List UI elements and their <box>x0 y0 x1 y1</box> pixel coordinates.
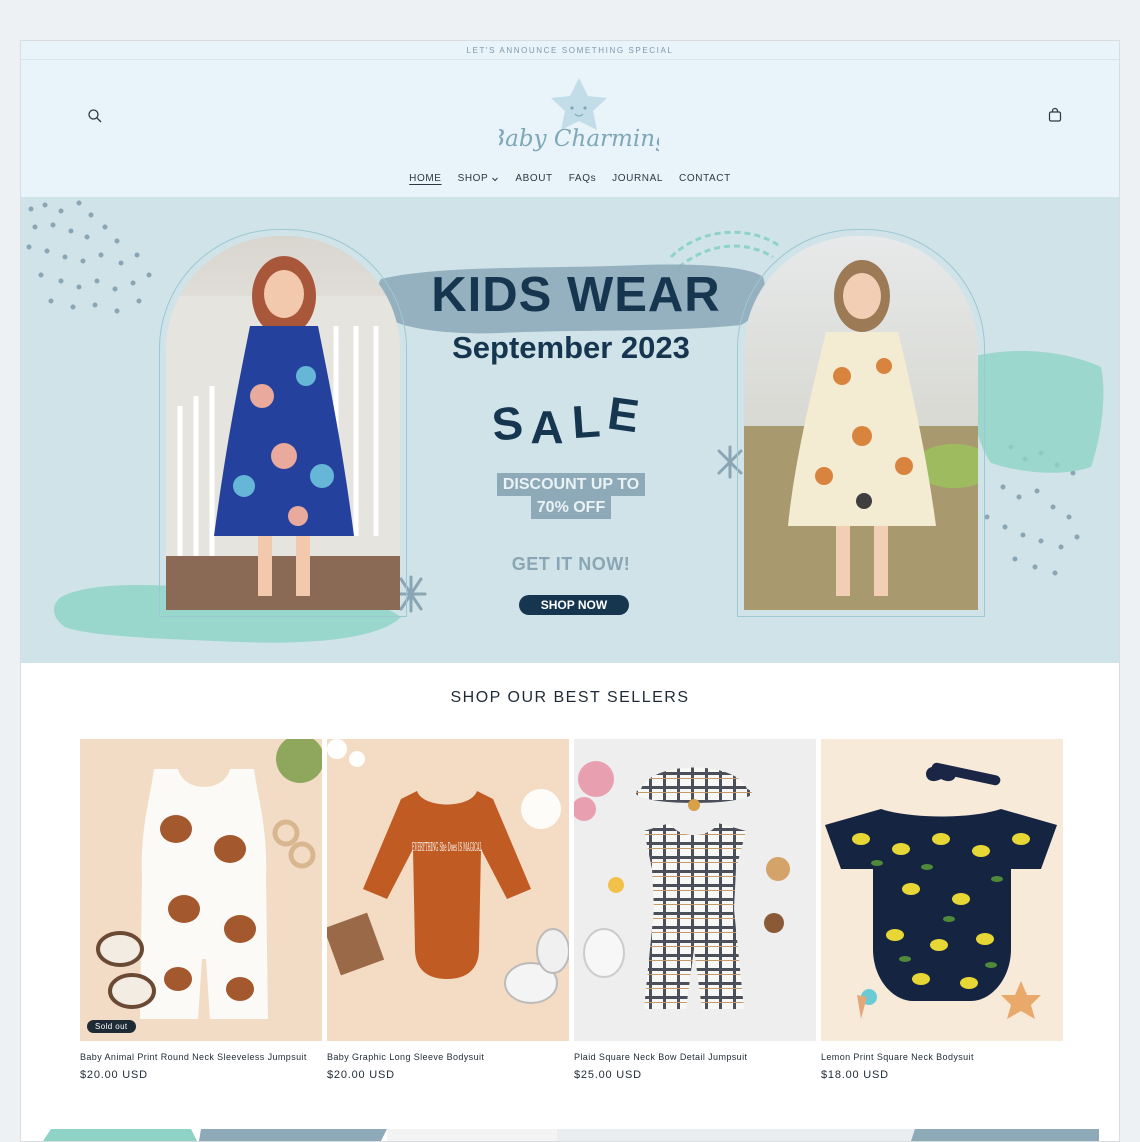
product-name[interactable]: Plaid Square Neck Bow Detail Jumpsuit <box>574 1052 816 1062</box>
product-image[interactable]: EVERYTHING She Does IS MAGICAL <box>327 739 569 1041</box>
product-card[interactable]: Sold out Baby Animal Print Round Neck Sl… <box>80 739 322 1081</box>
hero-photo-left <box>159 229 407 617</box>
page-frame: LET'S ANNOUNCE SOMETHING SPECIAL Baby Ch… <box>20 40 1120 1142</box>
brand-logo[interactable]: Baby Charming <box>487 74 670 166</box>
hero-title: KIDS WEAR <box>431 268 721 322</box>
bodysuit-print: EVERYTHING She Does IS MAGICAL <box>412 840 482 854</box>
chevron-down-icon <box>492 177 499 181</box>
product-image[interactable]: Sold out <box>80 739 322 1041</box>
announcement-bar: LET'S ANNOUNCE SOMETHING SPECIAL <box>21 41 1119 60</box>
sale-letter: S <box>489 395 533 451</box>
product-card[interactable]: EVERYTHING She Does IS MAGICAL Baby Grap… <box>327 739 569 1081</box>
discount-line-2: 70% OFF <box>530 496 612 519</box>
discount-label: DISCOUNT UP TO 70% OFF <box>496 473 646 519</box>
nav-faqs[interactable]: FAQs <box>569 173 596 184</box>
nav-home[interactable]: HOME <box>409 173 441 184</box>
cart-icon[interactable] <box>1047 107 1063 123</box>
nav-shop-label: SHOP <box>457 173 489 184</box>
product-name[interactable]: Baby Animal Print Round Neck Sleeveless … <box>80 1052 322 1062</box>
shop-now-button[interactable]: SHOP NOW <box>519 595 629 615</box>
search-icon[interactable] <box>87 108 103 124</box>
announcement-text: LET'S ANNOUNCE SOMETHING SPECIAL <box>466 45 674 55</box>
sale-letter: L <box>569 393 610 449</box>
product-price: $20.00 USD <box>327 1069 395 1081</box>
hero-date: September 2023 <box>452 330 690 365</box>
sold-out-badge: Sold out <box>87 1020 136 1033</box>
site-header: Baby Charming HOME SHOP ABOUT FAQs JOURN… <box>21 60 1119 197</box>
product-image[interactable] <box>821 739 1063 1041</box>
nav-contact[interactable]: CONTACT <box>679 173 731 184</box>
main-nav: HOME SHOP ABOUT FAQs JOURNAL CONTACT <box>21 173 1119 184</box>
product-image[interactable] <box>574 739 816 1041</box>
discount-line-1: DISCOUNT UP TO <box>496 473 646 496</box>
product-card[interactable]: Plaid Square Neck Bow Detail Jumpsuit $2… <box>574 739 816 1081</box>
best-sellers-title: SHOP OUR BEST SELLERS <box>450 689 690 706</box>
hero-sale: SALE <box>489 387 650 453</box>
product-grid: Sold out Baby Animal Print Round Neck Sl… <box>80 739 1063 1081</box>
product-name[interactable]: Lemon Print Square Neck Bodysuit <box>821 1052 1063 1062</box>
product-name[interactable]: Baby Graphic Long Sleeve Bodysuit <box>327 1052 569 1062</box>
product-card[interactable]: Lemon Print Square Neck Bodysuit $18.00 … <box>821 739 1063 1081</box>
nav-journal[interactable]: JOURNAL <box>612 173 663 184</box>
nav-shop[interactable]: SHOP <box>458 173 500 184</box>
brand-name: Baby Charming <box>499 126 659 152</box>
product-price: $20.00 USD <box>80 1069 148 1081</box>
sale-letter: E <box>604 386 650 444</box>
next-section-peek <box>43 1129 1099 1141</box>
hero-banner[interactable]: KIDS WEAR September 2023 SALE DISCOUNT U… <box>21 197 1119 663</box>
product-price: $25.00 USD <box>574 1069 642 1081</box>
sale-letter: A <box>530 401 572 453</box>
get-it-now: GET IT NOW! <box>511 554 631 574</box>
hero-photo-right <box>737 229 985 617</box>
nav-about[interactable]: ABOUT <box>515 173 552 184</box>
product-price: $18.00 USD <box>821 1069 889 1081</box>
